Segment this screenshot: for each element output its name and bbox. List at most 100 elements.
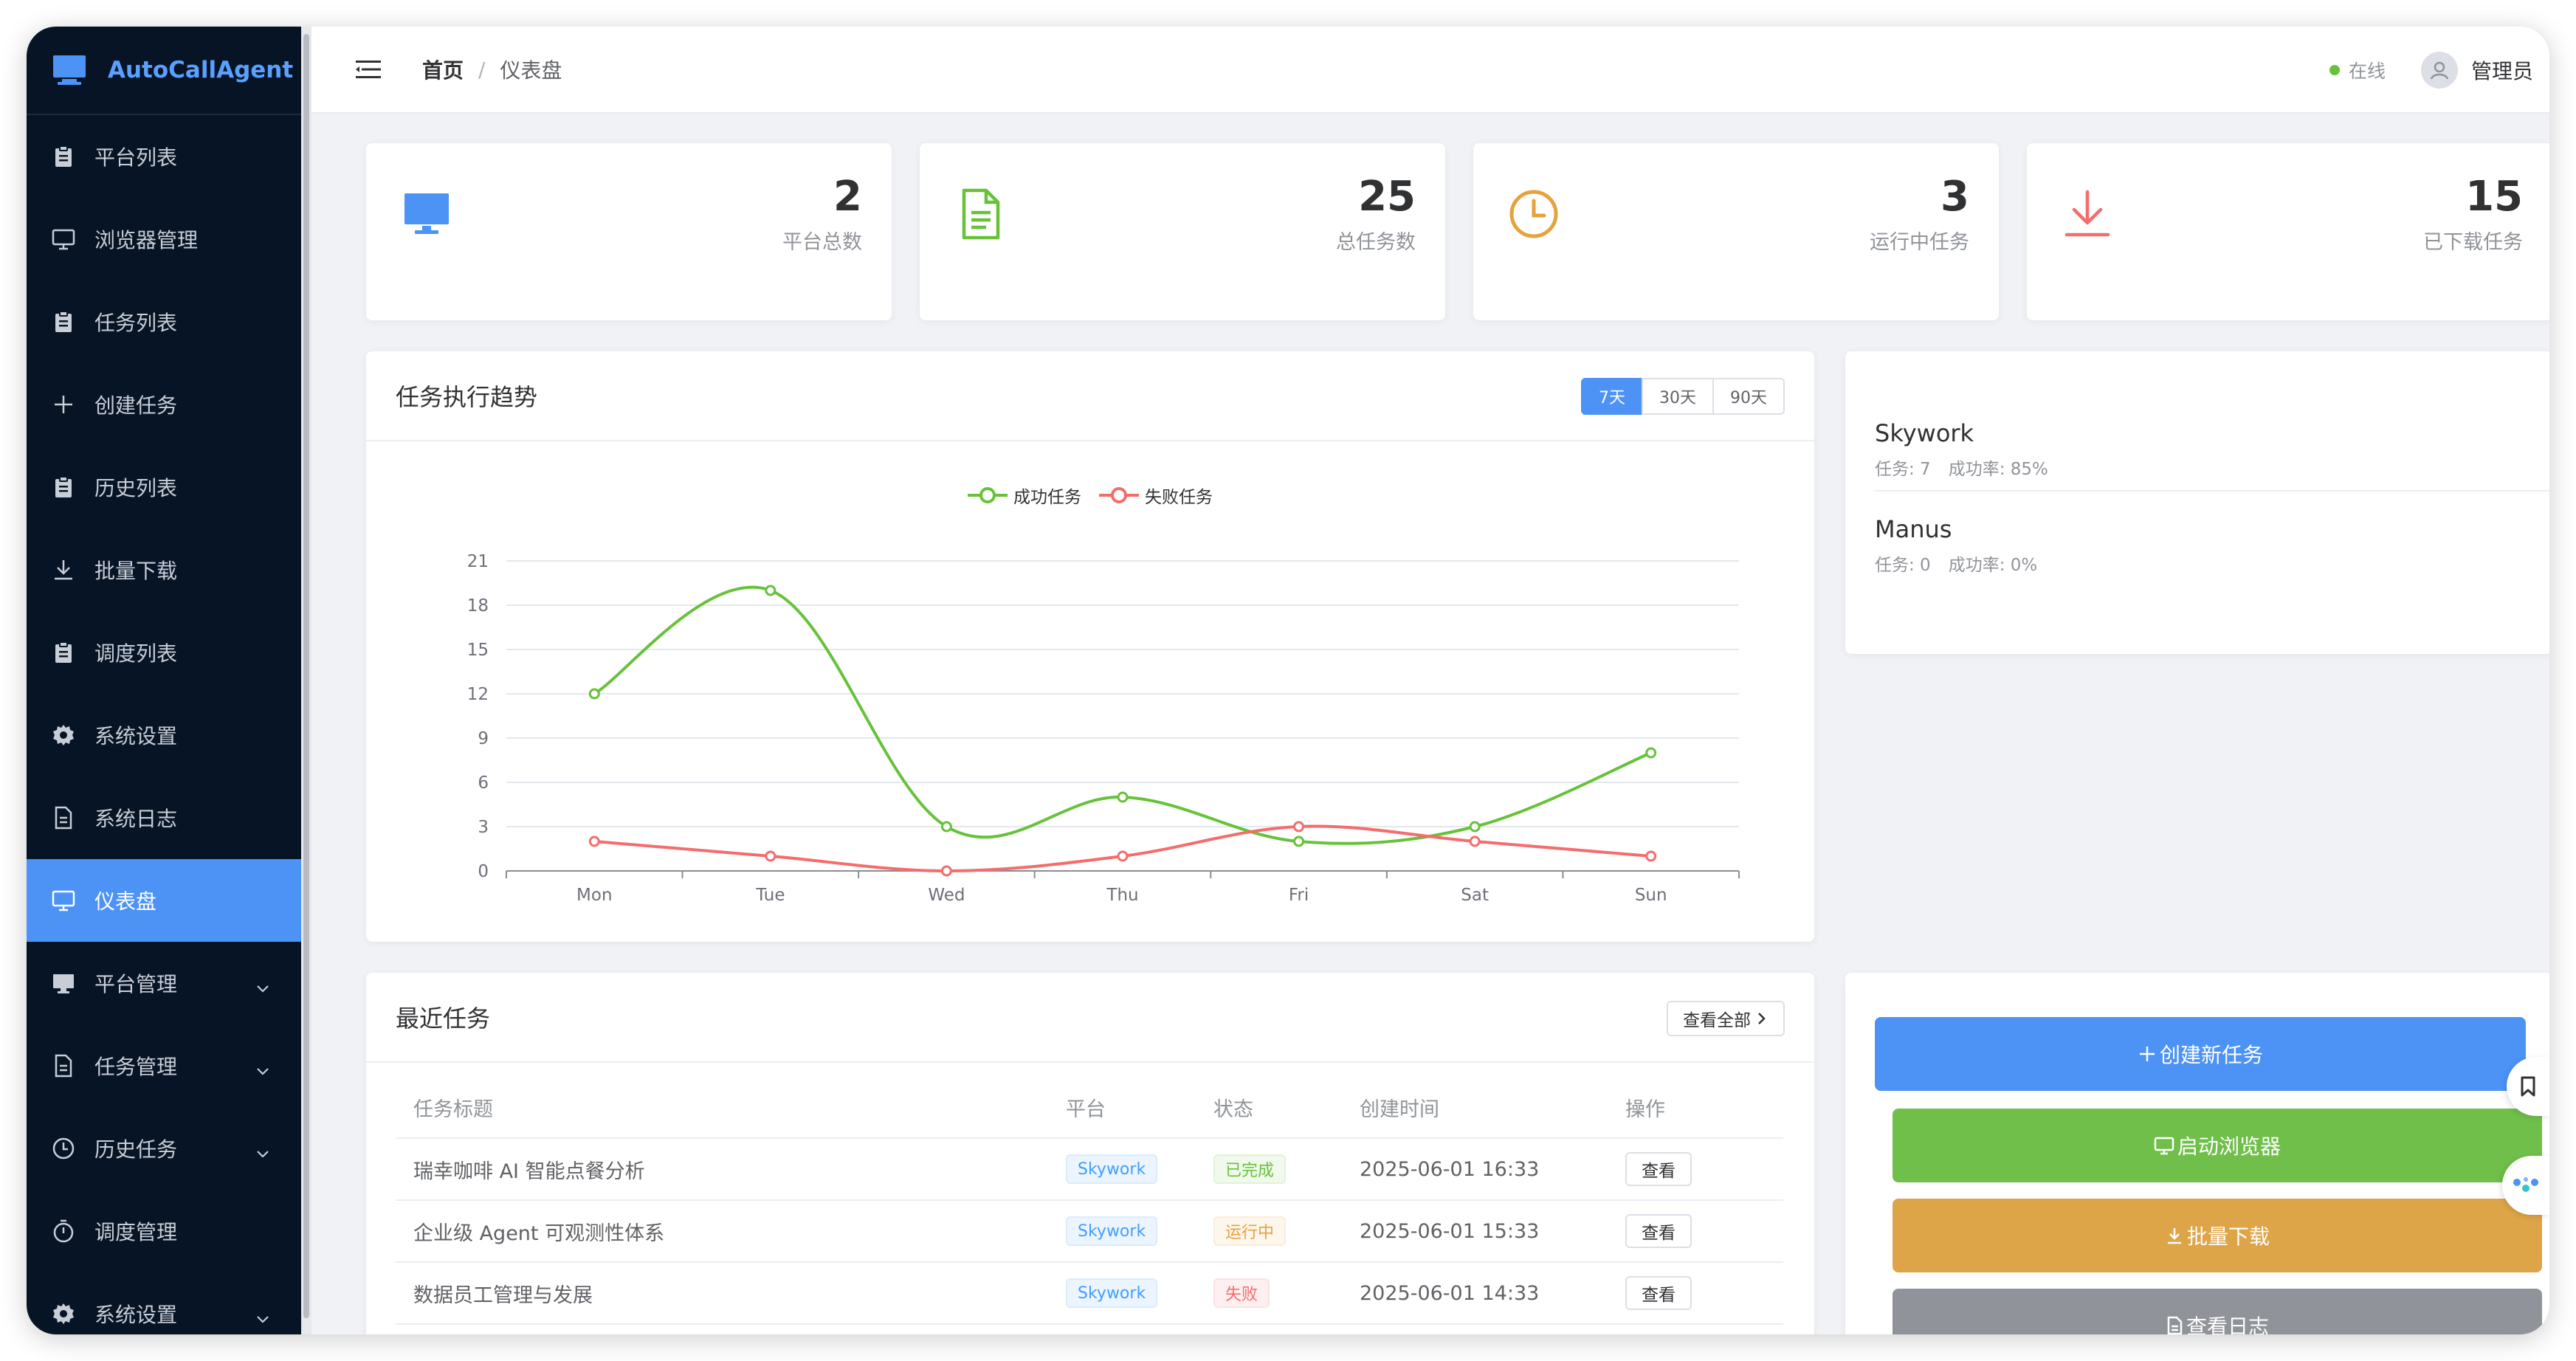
platform-row[interactable]: Manus 任务: 0成功率: 0% 离线: [1875, 492, 2549, 588]
sidebar-item-8[interactable]: 系统日志: [27, 776, 301, 859]
column-header: 操作: [1608, 1078, 1783, 1139]
series-line-0: [593, 585, 1652, 845]
task-platform-cell: Skywork: [1048, 1262, 1196, 1325]
data-point: [1645, 850, 1657, 862]
avatar[interactable]: [2420, 52, 2458, 89]
document-icon: [52, 806, 75, 830]
table-row[interactable]: 瑞幸咖啡 AI 智能点餐分析 Skywork 已完成 2025-06-01 16…: [396, 1138, 1783, 1201]
sidebar-item-5[interactable]: 批量下载: [27, 528, 301, 611]
breadcrumb-home[interactable]: 首页: [422, 55, 464, 84]
view-button[interactable]: 查看: [1625, 1152, 1692, 1186]
data-point: [1469, 821, 1481, 833]
view-all-label: 查看全部: [1683, 1011, 1751, 1030]
sidebar-item-0[interactable]: 平台列表: [27, 115, 301, 198]
sidebar-item-label: 系统设置: [94, 724, 178, 748]
sidebar-item-13[interactable]: 调度管理: [27, 1190, 301, 1272]
sidebar-item-14[interactable]: 系统设置: [27, 1272, 301, 1334]
platform-row[interactable]: Skywork 任务: 7成功率: 85% 在线: [1875, 396, 2549, 492]
series-line-1: [594, 824, 1651, 873]
y-tick-label: 21: [467, 552, 489, 571]
create-task-button[interactable]: 创建新任务: [1875, 1017, 2526, 1091]
task-created: 2025-06-01 15:33: [1342, 1200, 1608, 1263]
sidebar-item-label: 批量下载: [94, 559, 178, 583]
sidebar-item-label: 平台管理: [94, 972, 178, 996]
stat-value: 2: [833, 173, 862, 221]
scrollbar-thumb[interactable]: [303, 34, 309, 1318]
sidebar-item-6[interactable]: 调度列表: [27, 611, 301, 694]
sidebar: AutoCallAgent 平台列表 浏览器管理 任务列表 创建任务 历史列表批量下载调…: [27, 27, 301, 1334]
table-row[interactable]: 企业级 Agent 可观测性体系 Skywork 运行中 2025-06-01 …: [396, 1200, 1783, 1263]
data-point: [588, 688, 600, 700]
status-badge: 运行中: [1213, 1216, 1287, 1246]
download-icon: [2061, 187, 2114, 241]
data-point: [1117, 791, 1129, 803]
x-tick-label: Sun: [1635, 886, 1667, 905]
view-button[interactable]: 查看: [1625, 1276, 1692, 1310]
launch-browser-label: 启动浏览器: [2177, 1134, 2281, 1159]
sidebar-item-2[interactable]: 任务列表: [27, 280, 301, 363]
plus-icon: [52, 393, 75, 416]
sidebar-item-10[interactable]: 平台管理: [27, 942, 301, 1024]
y-tick-label: 0: [478, 862, 489, 881]
table-row[interactable]: 数据员工管理与发展 Skywork 失败 2025-06-01 14:33 查看: [396, 1262, 1783, 1325]
batch-download-button[interactable]: 批量下载: [1893, 1199, 2542, 1272]
sidebar-item-label: 系统设置: [94, 1303, 178, 1327]
task-status-cell: 运行中: [1196, 1200, 1342, 1263]
sidebar-scrollbar[interactable]: [301, 27, 311, 1334]
data-point: [1293, 821, 1305, 833]
task-created: 2025-06-01 16:33: [1342, 1138, 1608, 1201]
user-name[interactable]: 管理员: [2471, 55, 2533, 85]
data-point: [588, 835, 600, 847]
platform-tag: Skywork: [1066, 1154, 1158, 1184]
trend-chart-card: 任务执行趋势 7天 30天 90天 成功任务 失败任务 0 3 6 9 12 15 18 21…: [366, 351, 1814, 942]
task-title: 瑞幸咖啡 AI 智能点餐分析: [396, 1138, 1048, 1201]
sidebar-item-12[interactable]: 历史任务: [27, 1107, 301, 1190]
chevron-right-icon: [1758, 1013, 1766, 1024]
data-point: [765, 585, 776, 596]
x-tick-label: Wed: [928, 886, 965, 905]
sidebar-item-3[interactable]: 创建任务: [27, 363, 301, 446]
table-header-row: 任务标题 平台 状态 创建时间 操作: [396, 1078, 1783, 1139]
task-title: 数据员工管理与发展: [396, 1262, 1048, 1325]
app-window: AutoCallAgent 平台列表 浏览器管理 任务列表 创建任务 历史列表 批量下载调…: [27, 27, 2549, 1334]
assistant-icon: [2513, 1177, 2538, 1192]
y-tick-label: 15: [467, 641, 489, 660]
data-point: [940, 821, 952, 833]
topbar-right: 在线 管理员: [2329, 27, 2533, 114]
stat-card-running: 3 运行中任务: [1473, 143, 1999, 320]
chevron-down-icon: [255, 1057, 270, 1081]
main-area: 首页 / 仪表盘 在线 管理员 2 平台总数 25 总任务数 3 运行中任务 1…: [311, 27, 2549, 1334]
sidebar-menu: 平台列表 浏览器管理 任务列表 创建任务 历史列表 批量下载 调度列表 系统设置 系统日志 仪表盘…: [27, 115, 301, 1334]
menu-toggle-icon[interactable]: [356, 60, 381, 79]
desktop-icon: [400, 187, 453, 241]
view-button[interactable]: 查看: [1625, 1214, 1692, 1248]
column-header: 创建时间: [1342, 1078, 1608, 1139]
status-badge: 失败: [1213, 1278, 1270, 1308]
data-point: [765, 850, 776, 862]
logo-text: AutoCallAgent: [108, 57, 294, 83]
sidebar-item-9[interactable]: 仪表盘: [27, 859, 301, 942]
task-status-cell: 失败: [1196, 1262, 1342, 1325]
breadcrumb-current: 仪表盘: [500, 58, 562, 83]
view-all-button[interactable]: 查看全部: [1667, 1001, 1785, 1036]
logo[interactable]: AutoCallAgent: [27, 27, 301, 115]
clipboard-icon: [52, 310, 75, 334]
platform-meta: 任务: 7 成功率: 85%: [1875, 455, 2066, 480]
gear-icon: [52, 1302, 75, 1326]
sidebar-item-label: 调度管理: [94, 1220, 178, 1244]
recent-card-header: 最近任务 查看全部: [366, 973, 1814, 1063]
sidebar-item-7[interactable]: 系统设置: [27, 694, 301, 776]
monitor-icon: [52, 227, 75, 251]
sidebar-item-4[interactable]: 历史列表: [27, 446, 301, 528]
sidebar-item-label: 系统日志: [94, 807, 178, 831]
batch-download-label: 批量下载: [2186, 1224, 2270, 1249]
chevron-down-icon: [255, 1140, 270, 1164]
launch-browser-button[interactable]: 启动浏览器: [1893, 1109, 2542, 1182]
sidebar-item-1[interactable]: 浏览器管理: [27, 198, 301, 280]
recent-tasks-card: 最近任务 查看全部 任务标题 平台 状态 创建时间 操作 瑞幸咖啡 AI 智能点…: [366, 973, 1814, 1334]
sidebar-item-11[interactable]: 任务管理: [27, 1024, 301, 1107]
recent-tasks-table: 任务标题 平台 状态 创建时间 操作 瑞幸咖啡 AI 智能点餐分析 Skywor…: [396, 1078, 1783, 1325]
x-tick-label: Tue: [755, 886, 785, 905]
online-status-dot: [2329, 65, 2340, 75]
view-logs-button[interactable]: 查看日志: [1893, 1289, 2542, 1334]
